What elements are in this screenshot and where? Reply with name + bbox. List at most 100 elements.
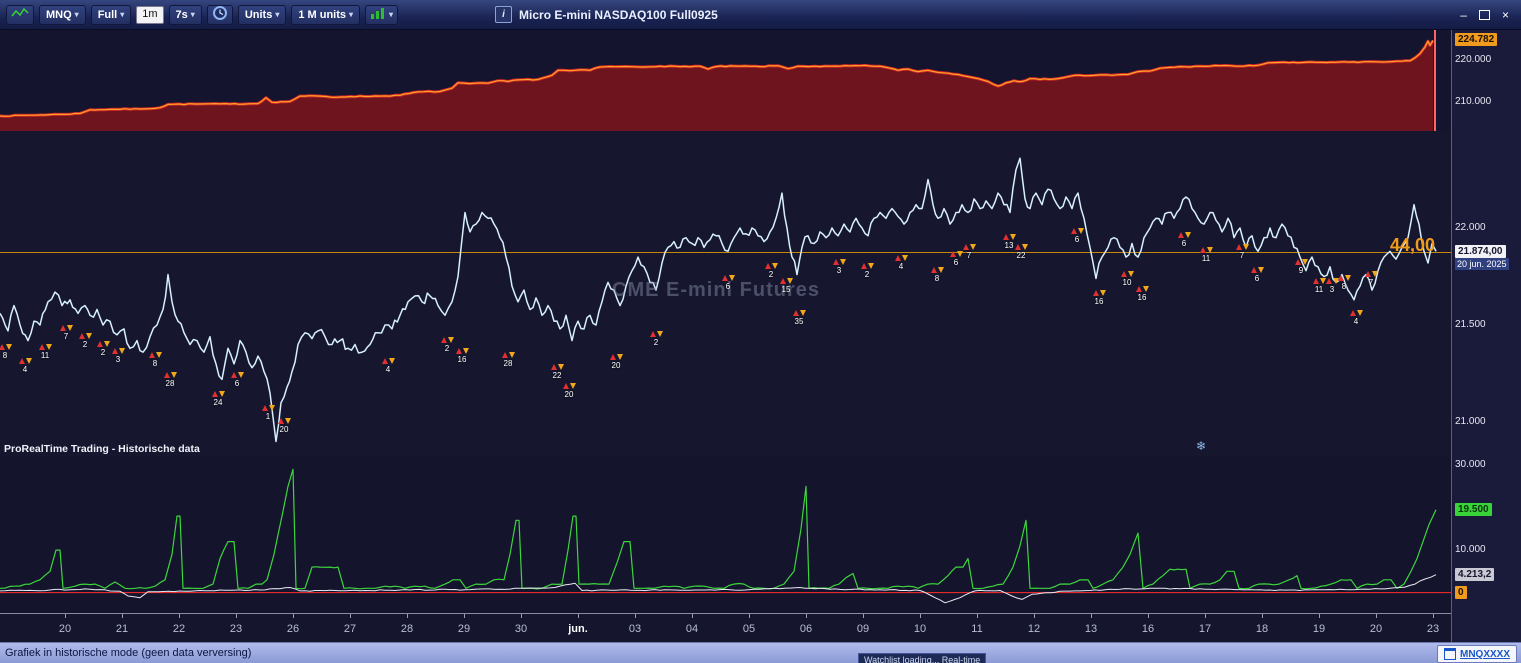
chevron-down-icon: ▾ — [349, 9, 354, 19]
indicator-chart-canvas[interactable] — [0, 457, 1451, 613]
chevron-down-icon: ▾ — [275, 9, 280, 19]
axis-label: 220.000 — [1455, 54, 1492, 65]
date-label: 17 — [1198, 623, 1212, 635]
axis-label: 10.000 — [1455, 544, 1486, 555]
date-label: 23 — [229, 623, 243, 635]
axis-tick — [350, 614, 351, 618]
axis-tick — [464, 614, 465, 618]
date-label: 28 — [400, 623, 414, 635]
indicator-panel[interactable] — [0, 457, 1451, 613]
axis-tick — [1034, 614, 1035, 618]
axis-tick — [806, 614, 807, 618]
date-label: 26 — [286, 623, 300, 635]
axis-label: 20 jun. 2025 — [1455, 258, 1509, 270]
units-value-label: 1 M units — [298, 8, 346, 21]
axis-label: 21.874,00 — [1455, 245, 1506, 258]
instrument-link[interactable]: MNQXXXX — [1460, 649, 1510, 660]
chevron-down-icon: ▾ — [120, 9, 125, 19]
close-button[interactable]: × — [1502, 9, 1509, 21]
minimize-button[interactable]: – — [1460, 9, 1467, 21]
instrument-label: MNQ — [46, 8, 72, 21]
axis-label: 19.500 — [1455, 503, 1492, 516]
frozen-data-icon[interactable]: ❄ — [1196, 439, 1206, 453]
timeframe-input[interactable]: 1m — [136, 5, 164, 24]
axis-tick — [578, 614, 579, 618]
date-label: 16 — [1141, 623, 1155, 635]
mini-chart-icon — [11, 7, 29, 22]
exchange-watermark: CME E-mini Futures — [612, 279, 821, 301]
maximize-button[interactable] — [1478, 9, 1490, 20]
axis-label: 224.782 — [1455, 33, 1498, 46]
axis-label: 21.500 — [1455, 319, 1486, 330]
session-overview-chart[interactable] — [0, 30, 1451, 131]
price-axis[interactable]: 224.782 220.000 210.000 22.000 21.874,00 20 j… — [1451, 30, 1521, 642]
axis-tick — [1205, 614, 1206, 618]
axis-tick — [635, 614, 636, 618]
time-axis[interactable]: 20 21 22 23 26 27 28 29 30 jun. 03 04 05 06 09 10 11 12 13… — [0, 613, 1451, 643]
axis-tick — [977, 614, 978, 618]
date-label: 04 — [685, 623, 699, 635]
axis-tick — [920, 614, 921, 618]
chevron-down-icon: ▾ — [389, 9, 394, 19]
date-label: 29 — [457, 623, 471, 635]
chevron-down-icon: ▾ — [190, 9, 195, 19]
status-message: Grafiek in historische mode (geen data v… — [5, 647, 252, 659]
units-value-dropdown[interactable]: 1 M units ▾ — [291, 4, 361, 25]
axis-tick — [65, 614, 66, 618]
axis-tick — [521, 614, 522, 618]
window-title-group: i Micro E-mini NASDAQ100 Full0925 — [495, 6, 718, 23]
date-label: 11 — [971, 623, 983, 635]
average-price-value: 44,00 — [1390, 235, 1436, 255]
date-label: 18 — [1255, 623, 1269, 635]
date-label: 13 — [1084, 623, 1098, 635]
range-dropdown[interactable]: Full ▾ — [90, 4, 132, 25]
axis-label: 22.000 — [1455, 222, 1486, 233]
axis-tick — [749, 614, 750, 618]
status-bar: Grafiek in historische mode (geen data v… — [0, 642, 1521, 663]
date-label: 30 — [514, 623, 528, 635]
axis-tick — [179, 614, 180, 618]
axis-tick — [1091, 614, 1092, 618]
overview-cursor-line[interactable] — [1434, 30, 1436, 131]
window-title: Micro E-mini NASDAQ100 Full0925 — [519, 7, 718, 22]
date-label: jun. — [568, 623, 588, 635]
candlestick-icon — [370, 7, 386, 23]
axis-tick — [236, 614, 237, 618]
axis-label: 210.000 — [1455, 96, 1492, 107]
date-label: 12 — [1027, 623, 1041, 635]
axis-tick — [293, 614, 294, 618]
date-label: 09 — [856, 623, 870, 635]
range-label: Full — [97, 8, 118, 21]
instrument-dropdown[interactable]: MNQ ▾ — [39, 4, 86, 25]
date-label: 20 — [1369, 623, 1383, 635]
chart-style-dropdown[interactable]: ▾ — [365, 4, 399, 25]
axis-tick — [863, 614, 864, 618]
date-label: 10 — [913, 623, 927, 635]
axis-tick — [1376, 614, 1377, 618]
clock-button[interactable] — [206, 4, 233, 25]
date-label: 21 — [115, 623, 129, 635]
refresh-rate-dropdown[interactable]: 7s ▾ — [168, 4, 202, 25]
date-label: 27 — [343, 623, 357, 635]
historical-mode-annotation: ProRealTime Trading - Historische data — [4, 443, 200, 455]
price-chart-panel[interactable]: CME E-mini Futures 44,00 ❄ ProRealTime T… — [0, 131, 1451, 458]
loading-tooltip: Watchlist loading... Real-time — [858, 653, 987, 663]
date-label: 23 — [1426, 623, 1440, 635]
window-controls: – × — [1460, 9, 1515, 21]
units-dropdown[interactable]: Units ▾ — [237, 4, 287, 25]
window-icon — [1443, 648, 1456, 660]
axis-label: 30.000 — [1455, 459, 1486, 470]
chart-region: CME E-mini Futures 44,00 ❄ ProRealTime T… — [0, 30, 1521, 643]
units-label: Units — [244, 8, 273, 21]
date-label: 22 — [172, 623, 186, 635]
axis-tick — [1148, 614, 1149, 618]
date-label: 03 — [628, 623, 642, 635]
axis-tick — [407, 614, 408, 618]
info-icon[interactable]: i — [495, 6, 513, 23]
quote-list-button[interactable] — [6, 4, 34, 25]
axis-tick — [1319, 614, 1320, 618]
session-overview-panel[interactable] — [0, 30, 1451, 132]
axis-label: 0 — [1455, 586, 1467, 599]
chevron-down-icon: ▾ — [74, 9, 79, 19]
instrument-link-box[interactable]: MNQXXXX — [1436, 645, 1517, 663]
